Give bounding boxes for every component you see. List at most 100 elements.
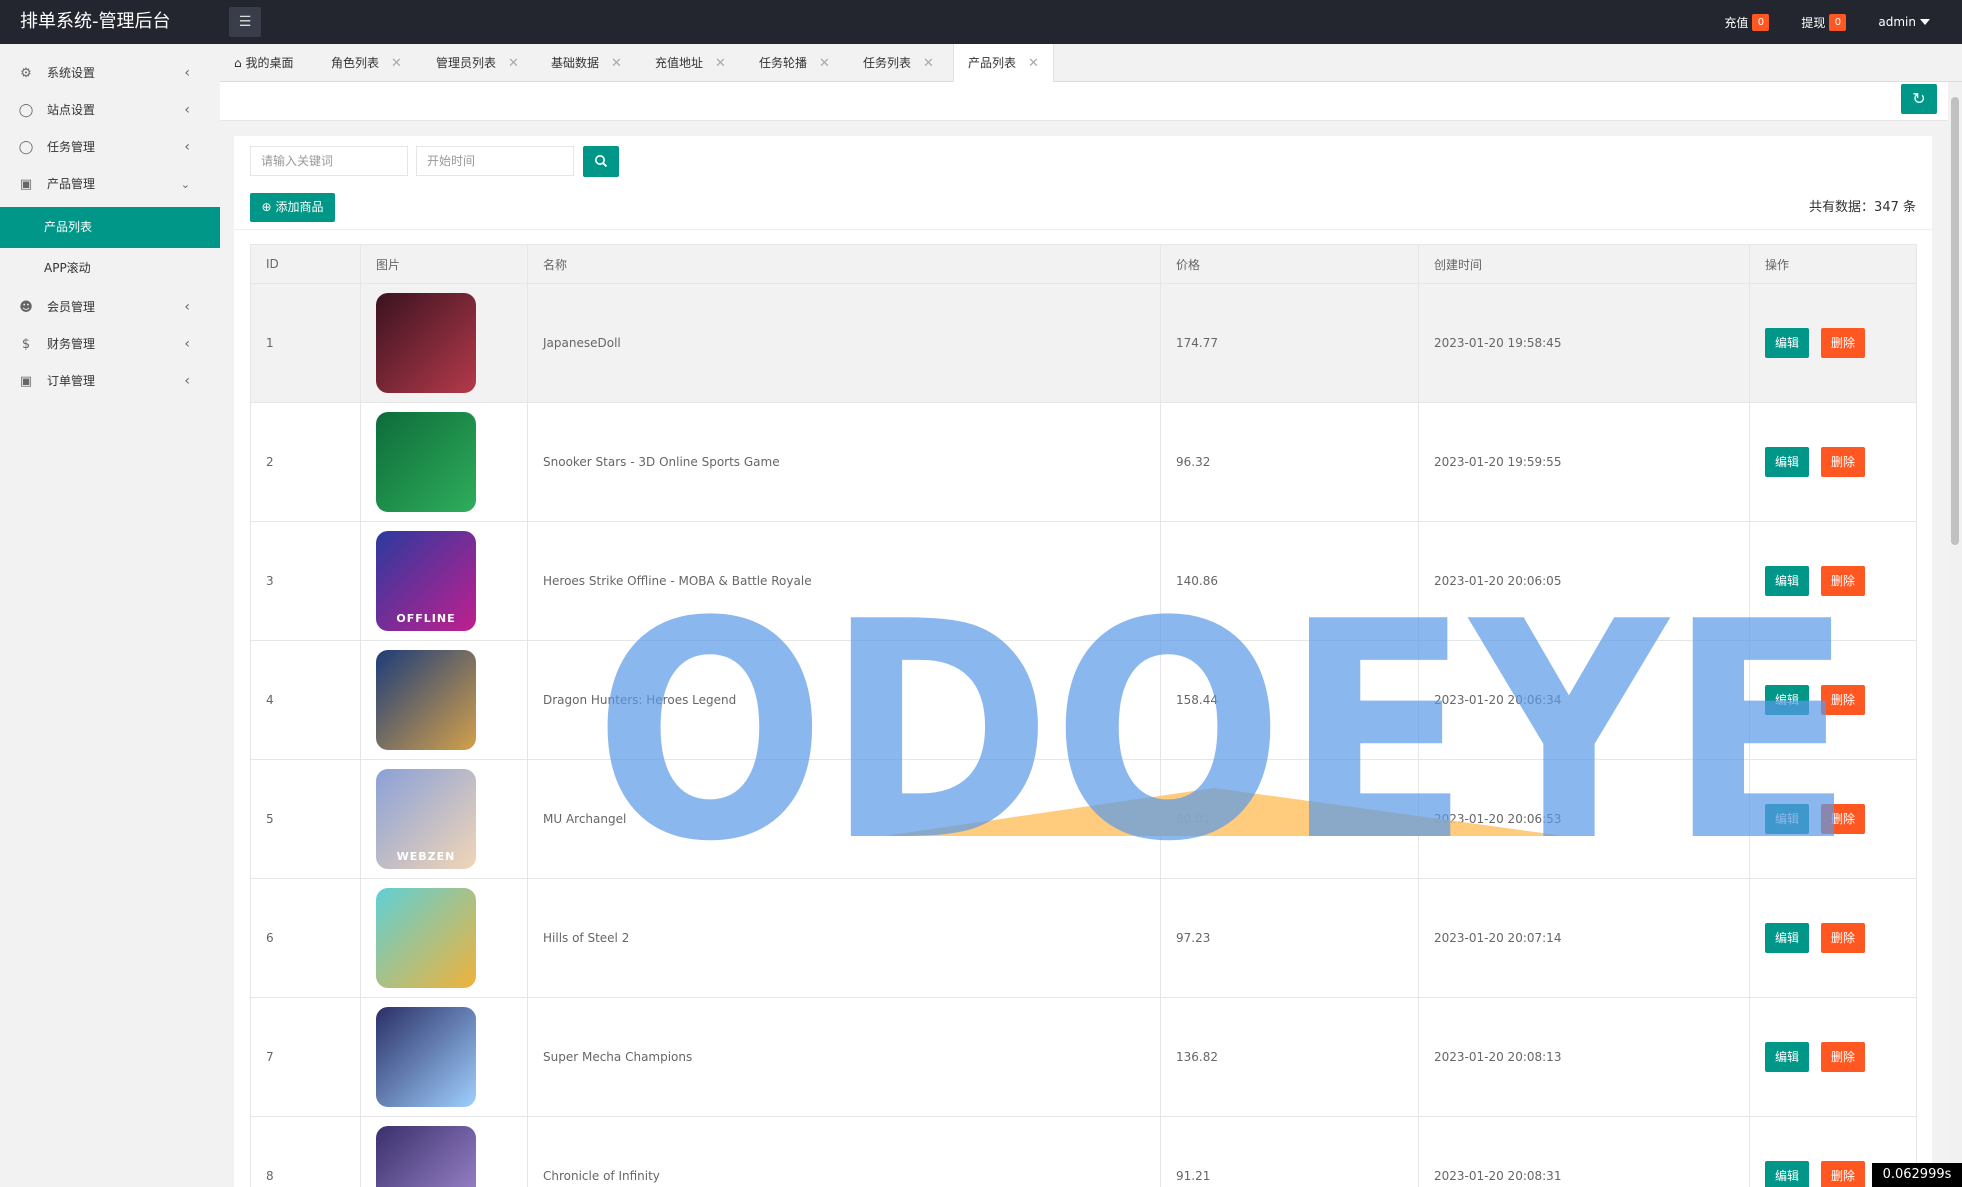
refresh-button[interactable]: ↻	[1901, 84, 1937, 114]
cell-id: 6	[250, 878, 361, 998]
product-thumbnail	[376, 1126, 476, 1187]
product-thumbnail: WEBZEN	[376, 769, 476, 869]
cell-created: 2023-01-20 20:06:53	[1418, 759, 1750, 879]
sidebar-item-site-settings[interactable]: ◯ 站点设置 ‹	[0, 92, 220, 129]
menu-toggle-button[interactable]: ☰	[229, 7, 261, 37]
user-icon: ☻	[19, 300, 33, 315]
render-timer: 0.062999s	[1872, 1163, 1962, 1187]
user-menu[interactable]: admin	[1878, 15, 1930, 29]
cell-actions: 编辑 删除	[1749, 997, 1917, 1117]
total-count: 共有数据：347 条	[1809, 200, 1916, 215]
keyword-input[interactable]: 请输入关键词	[250, 146, 408, 176]
table-row: 1 JapaneseDoll 174.77 2023-01-20 19:58:45 编辑…	[250, 283, 1917, 403]
sidebar-item-system-settings[interactable]: ⚙ 系统设置 ‹	[0, 55, 220, 92]
sidebar-subitem-product-list[interactable]: 产品列表	[0, 207, 220, 248]
tab-role-list[interactable]: 角色列表 ✕	[317, 44, 416, 82]
tab-product-list[interactable]: 产品列表 ✕	[953, 44, 1054, 82]
delete-button[interactable]: 删除	[1821, 1161, 1865, 1187]
tab-basic-data[interactable]: 基础数据 ✕	[537, 44, 636, 82]
tab-task-list[interactable]: 任务列表 ✕	[849, 44, 948, 82]
sidebar: ⚙ 系统设置 ‹ ◯ 站点设置 ‹ ◯ 任务管理 ‹ ▣ 产品管理 ⌄ 产品列表…	[0, 44, 220, 1187]
cell-image: WEBZEN	[360, 759, 528, 879]
edit-button[interactable]: 编辑	[1765, 685, 1809, 715]
delete-button[interactable]: 删除	[1821, 804, 1865, 834]
edit-button[interactable]: 编辑	[1765, 447, 1809, 477]
cell-price: 174.77	[1160, 283, 1419, 403]
sidebar-item-task-management[interactable]: ◯ 任务管理 ‹	[0, 129, 220, 166]
cell-created: 2023-01-20 20:08:31	[1418, 1116, 1750, 1187]
delete-button[interactable]: 删除	[1821, 447, 1865, 477]
top-bar: 排单系统-管理后台 ☰ 充值 0 提现 0 admin	[0, 0, 1962, 44]
close-icon[interactable]: ✕	[391, 56, 402, 71]
tab-task-carousel[interactable]: 任务轮播 ✕	[745, 44, 844, 82]
cell-id: 7	[250, 997, 361, 1117]
cell-image	[360, 997, 528, 1117]
cell-created: 2023-01-20 20:06:05	[1418, 521, 1750, 641]
column-header-name: 名称	[527, 244, 1161, 284]
edit-button[interactable]: 编辑	[1765, 804, 1809, 834]
close-icon[interactable]: ✕	[715, 56, 726, 71]
edit-button[interactable]: 编辑	[1765, 1042, 1809, 1072]
delete-button[interactable]: 删除	[1821, 566, 1865, 596]
table-row: 8 Chronicle of Infinity 91.21 2023-01-20 20…	[250, 1116, 1917, 1187]
column-header-image: 图片	[360, 244, 528, 284]
cell-id: 3	[250, 521, 361, 641]
delete-button[interactable]: 删除	[1821, 328, 1865, 358]
tab-label: 充值地址	[655, 56, 704, 70]
sidebar-item-member-management[interactable]: ☻ 会员管理 ‹	[0, 289, 220, 326]
sidebar-subitem-app-scroll[interactable]: APP滚动	[0, 248, 220, 289]
cell-price: 140.86	[1160, 521, 1419, 641]
table-body: 1 JapaneseDoll 174.77 2023-01-20 19:58:45 编辑…	[250, 283, 1917, 1187]
sidebar-item-finance-management[interactable]: $ 财务管理 ‹	[0, 326, 220, 363]
cell-name: Snooker Stars - 3D Online Sports Game	[527, 402, 1161, 522]
withdraw-label: 提现	[1801, 15, 1826, 30]
close-icon[interactable]: ✕	[508, 56, 519, 71]
edit-button[interactable]: 编辑	[1765, 566, 1809, 596]
cell-name: Heroes Strike Offline - MOBA & Battle Ro…	[527, 521, 1161, 641]
scrollbar-thumb[interactable]	[1951, 97, 1959, 545]
edit-button[interactable]: 编辑	[1765, 923, 1809, 953]
delete-button[interactable]: 删除	[1821, 685, 1865, 715]
main-card: 请输入关键词 开始时间 ⊕ 添加商品 共有数据：347 条 ID 图片 名称 价…	[234, 136, 1932, 1187]
cell-created: 2023-01-20 20:06:34	[1418, 640, 1750, 760]
withdraw-link[interactable]: 提现 0	[1801, 13, 1847, 31]
cell-name: Super Mecha Champions	[527, 997, 1161, 1117]
cell-actions: 编辑 删除	[1749, 759, 1917, 879]
column-header-actions: 操作	[1749, 244, 1917, 284]
delete-button[interactable]: 删除	[1821, 1042, 1865, 1072]
add-product-label: 添加商品	[275, 200, 324, 214]
cell-created: 2023-01-20 20:07:14	[1418, 878, 1750, 998]
table-row: 2 Snooker Stars - 3D Online Sports Game 96…	[250, 402, 1917, 522]
cell-image	[360, 878, 528, 998]
chevron-left-icon: ‹	[184, 139, 190, 155]
plus-circle-icon: ⊕	[261, 200, 272, 214]
close-icon[interactable]: ✕	[611, 56, 622, 71]
caret-down-icon	[1920, 19, 1930, 25]
column-header-created: 创建时间	[1418, 244, 1750, 284]
gear-icon: ⚙	[20, 66, 32, 81]
dollar-icon: $	[21, 337, 31, 352]
scrollbar[interactable]	[1948, 82, 1962, 1187]
tab-my-desktop[interactable]: ⌂ 我的桌面	[220, 44, 307, 82]
withdraw-badge: 0	[1829, 13, 1847, 31]
add-product-button[interactable]: ⊕ 添加商品	[250, 193, 335, 222]
edit-button[interactable]: 编辑	[1765, 1161, 1809, 1187]
table-header-row: ID 图片 名称 价格 创建时间 操作	[250, 244, 1917, 284]
sidebar-item-product-management[interactable]: ▣ 产品管理 ⌄	[0, 166, 220, 203]
search-button[interactable]	[583, 146, 619, 177]
product-thumbnail	[376, 1007, 476, 1107]
close-icon[interactable]: ✕	[1028, 56, 1039, 71]
cell-actions: 编辑 删除	[1749, 878, 1917, 998]
close-icon[interactable]: ✕	[923, 56, 934, 71]
recharge-link[interactable]: 充值 0	[1724, 13, 1770, 31]
start-date-input[interactable]: 开始时间	[416, 146, 574, 176]
edit-button[interactable]: 编辑	[1765, 328, 1809, 358]
cell-id: 8	[250, 1116, 361, 1187]
close-icon[interactable]: ✕	[819, 56, 830, 71]
chevron-left-icon: ‹	[184, 373, 190, 389]
sidebar-item-order-management[interactable]: ▣ 订单管理 ‹	[0, 363, 220, 400]
chevron-down-icon: ⌄	[180, 178, 190, 191]
delete-button[interactable]: 删除	[1821, 923, 1865, 953]
tab-recharge-address[interactable]: 充值地址 ✕	[641, 44, 740, 82]
tab-admin-list[interactable]: 管理员列表 ✕	[422, 44, 533, 82]
